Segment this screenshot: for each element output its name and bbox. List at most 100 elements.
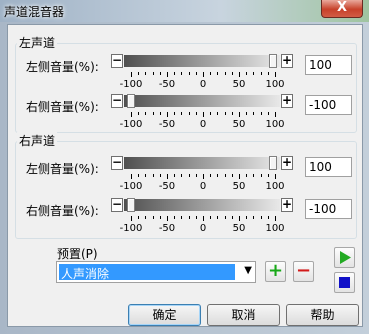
presets-dropdown[interactable]: 人声消除 ▼ [56, 261, 256, 283]
slider-tick [181, 174, 182, 177]
chevron-down-icon[interactable]: ▼ [244, 265, 252, 276]
volume-slider[interactable]: − + -100 -50 0 50 100 [111, 94, 293, 130]
volume-slider[interactable]: − + -100 -50 0 50 100 [111, 198, 293, 234]
volume-label: 左侧音量(%): [26, 162, 99, 176]
slider-tick [253, 216, 254, 219]
volume-input[interactable]: -100 [305, 199, 352, 219]
ok-button[interactable]: 确定 [128, 304, 201, 326]
group-right-channel: 右声道 左侧音量(%): − + -100 -50 0 50 100 100 右侧音量(… [15, 132, 357, 239]
slider-minus-button[interactable]: − [111, 94, 123, 108]
slider-tick [253, 72, 254, 75]
slider-tick [196, 112, 197, 115]
slider-ticks [131, 174, 276, 179]
slider-tick-label: 50 [232, 181, 246, 192]
slider-tick-label: -100 [119, 181, 143, 192]
slider-tick-label: 50 [232, 79, 246, 90]
slider-tick [239, 216, 240, 221]
play-icon [340, 251, 351, 264]
slider-tick [145, 216, 146, 219]
slider-tick [196, 72, 197, 75]
slider-minus-button[interactable]: − [111, 54, 123, 68]
slider-tick-label: 0 [199, 79, 207, 90]
slider-tick [174, 112, 175, 115]
slider-track[interactable] [124, 94, 280, 108]
slider-plus-button[interactable]: + [281, 198, 293, 212]
slider-tick [225, 112, 226, 115]
slider-minus-button[interactable]: − [111, 198, 123, 212]
slider-tick-label: 100 [265, 119, 285, 130]
slider-tick [239, 174, 240, 179]
slider-tick-label: 50 [232, 119, 246, 130]
slider-tick-labels: -100 -50 0 50 100 [111, 223, 293, 235]
slider-tick [174, 216, 175, 219]
slider-tick [174, 174, 175, 177]
slider-tick-labels: -100 -50 0 50 100 [111, 79, 293, 91]
slider-tick [246, 174, 247, 177]
slider-tick-label: -50 [158, 223, 176, 234]
slider-thumb[interactable] [269, 156, 277, 170]
stop-button[interactable] [334, 272, 355, 293]
slider-tick-label: -100 [119, 223, 143, 234]
slider-tick [181, 112, 182, 115]
slider-tick [225, 216, 226, 219]
slider-tick [138, 174, 139, 177]
remove-preset-button[interactable]: − [293, 261, 314, 282]
slider-tick [210, 72, 211, 75]
title-bar[interactable]: 声道混音器 X [0, 0, 369, 22]
slider-tick-label: -100 [119, 79, 143, 90]
slider-tick-label: 50 [232, 223, 246, 234]
slider-tick [181, 216, 182, 219]
slider-tick [275, 174, 276, 179]
volume-slider[interactable]: − + -100 -50 0 50 100 [111, 54, 293, 90]
play-button[interactable] [334, 247, 355, 268]
slider-tick [239, 112, 240, 117]
help-button[interactable]: 帮助 [286, 304, 359, 326]
presets-selected-value[interactable]: 人声消除 [59, 264, 235, 281]
slider-tick [268, 216, 269, 219]
slider-track[interactable] [124, 54, 280, 68]
volume-label: 右侧音量(%): [26, 204, 99, 218]
slider-tick [203, 112, 204, 117]
volume-slider[interactable]: − + -100 -50 0 50 100 [111, 156, 293, 192]
slider-ticks [131, 112, 276, 117]
slider-tick [138, 112, 139, 115]
close-button[interactable]: X [321, 0, 363, 18]
slider-tick [210, 112, 211, 115]
slider-tick [246, 216, 247, 219]
slider-tick [145, 174, 146, 177]
cancel-button[interactable]: 取消 [207, 304, 280, 326]
slider-tick [261, 174, 262, 177]
slider-track[interactable] [124, 156, 280, 170]
slider-plus-button[interactable]: + [281, 94, 293, 108]
slider-tick [167, 112, 168, 117]
volume-row: 左侧音量(%): − + -100 -50 0 50 100 100 [16, 52, 358, 92]
slider-thumb[interactable] [269, 54, 277, 68]
slider-tick [225, 72, 226, 75]
volume-input[interactable]: 100 [305, 55, 352, 75]
add-preset-button[interactable]: + [265, 261, 286, 282]
slider-tick [217, 174, 218, 177]
slider-tick [167, 72, 168, 77]
slider-tick-label: 100 [265, 181, 285, 192]
slider-plus-button[interactable]: + [281, 156, 293, 170]
slider-tick [138, 216, 139, 219]
slider-tick [189, 174, 190, 177]
slider-tick [232, 216, 233, 219]
slider-track[interactable] [124, 198, 280, 212]
slider-minus-button[interactable]: − [111, 156, 123, 170]
channel-mixer-dialog: 左声道 左侧音量(%): − + -100 -50 0 50 100 100 右侧音量(… [7, 24, 363, 327]
slider-plus-button[interactable]: + [281, 54, 293, 68]
slider-tick [210, 216, 211, 219]
volume-input[interactable]: 100 [305, 157, 352, 177]
slider-tick [131, 112, 132, 117]
slider-tick [275, 112, 276, 117]
volume-input[interactable]: -100 [305, 95, 352, 115]
slider-tick [203, 72, 204, 77]
slider-thumb[interactable] [127, 198, 135, 212]
slider-tick-label: 0 [199, 181, 207, 192]
slider-tick [246, 112, 247, 115]
slider-tick [131, 72, 132, 77]
slider-thumb[interactable] [127, 94, 135, 108]
slider-tick [189, 72, 190, 75]
slider-tick [225, 174, 226, 177]
